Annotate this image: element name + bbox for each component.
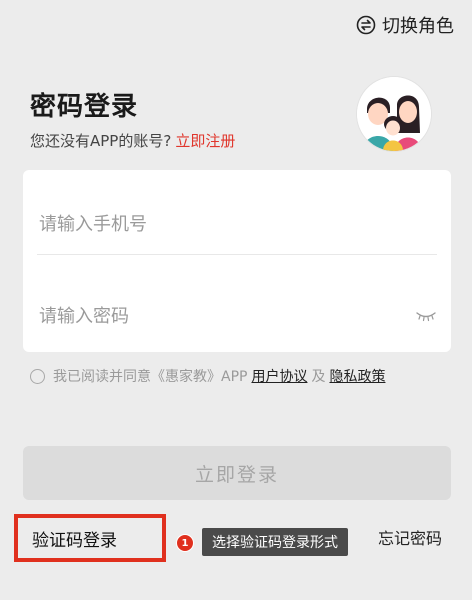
signup-prompt-text: 您还没有APP的账号? — [30, 132, 172, 150]
agreement-row: 我已阅读并同意《惠家教》APP 用户协议 及 隐私政策 — [30, 366, 385, 386]
code-login-label: 验证码登录 — [32, 530, 117, 551]
login-form — [23, 170, 451, 352]
step-badge: 1 — [176, 534, 194, 552]
password-input[interactable] — [37, 304, 437, 328]
login-button[interactable]: 立即登录 — [23, 446, 451, 500]
agreement-and-text: 及 — [311, 369, 326, 385]
forgot-password-link[interactable]: 忘记密码 — [378, 525, 442, 549]
phone-field-row — [37, 194, 437, 255]
switch-role-button[interactable]: 切换角色 — [356, 12, 454, 38]
swap-circle-icon — [356, 15, 376, 35]
eye-closed-icon[interactable] — [415, 308, 437, 327]
password-field-row — [37, 286, 437, 346]
phone-input[interactable] — [37, 212, 437, 236]
step-tooltip: 选择验证码登录形式 — [202, 528, 348, 556]
agreement-text: 我已阅读并同意《惠家教》APP — [53, 369, 248, 385]
signup-prompt: 您还没有APP的账号? 立即注册 — [30, 130, 235, 151]
avatar — [357, 77, 431, 151]
privacy-policy-link[interactable]: 隐私政策 — [329, 366, 385, 386]
code-login-button[interactable]: 验证码登录 — [14, 514, 166, 562]
user-agreement-link[interactable]: 用户协议 — [251, 366, 307, 386]
agreement-radio[interactable] — [30, 368, 45, 384]
switch-role-label: 切换角色 — [382, 16, 454, 37]
signup-link[interactable]: 立即注册 — [175, 132, 235, 150]
page-title: 密码登录 — [30, 92, 139, 122]
family-avatar-icon — [357, 77, 431, 151]
